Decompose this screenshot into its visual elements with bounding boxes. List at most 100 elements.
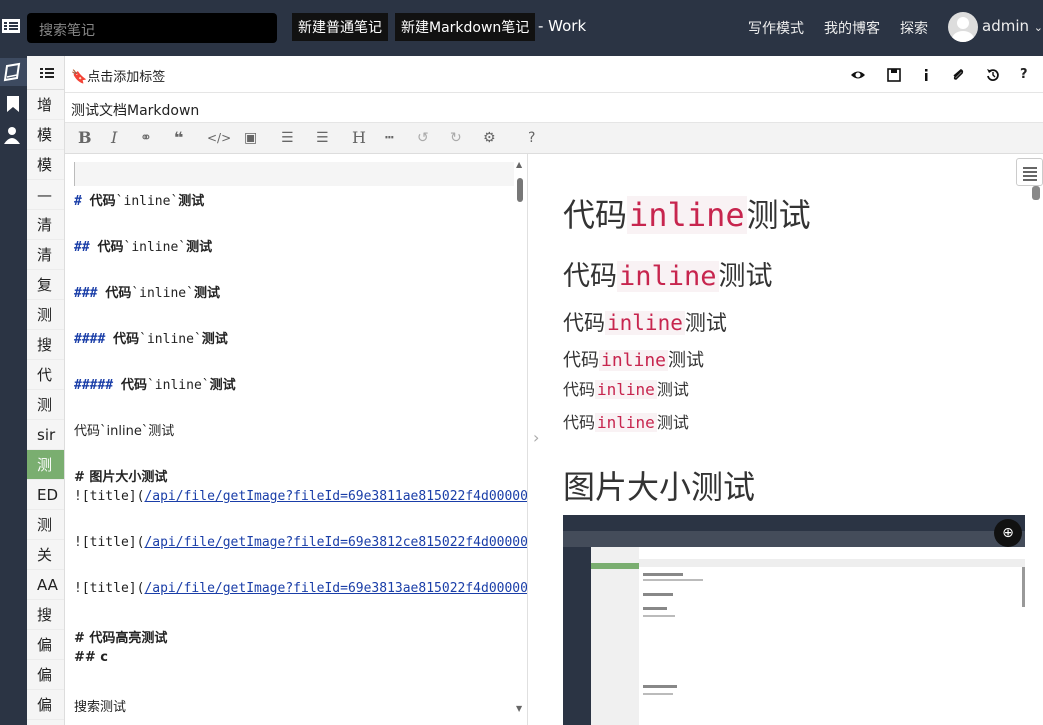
image-icon[interactable]: ▣	[244, 129, 257, 147]
heading-code: `inline`	[146, 378, 210, 393]
horizontal-rule-icon[interactable]: ┅	[385, 129, 393, 147]
new-markdown-note-button[interactable]: 新建Markdown笔记	[395, 13, 536, 41]
list-icon[interactable]	[27, 56, 65, 90]
scroll-up-icon[interactable]: ▲	[516, 160, 522, 169]
redo-icon[interactable]: ↻	[450, 129, 462, 147]
note-list-item[interactable]: 搜	[27, 330, 64, 360]
editor-heading-code: # 代码高亮测试	[74, 631, 168, 646]
heading-text: 代码	[113, 332, 140, 347]
editor-scrollbar[interactable]: ▲ ▼	[514, 160, 526, 720]
note-items: 增模模 — 清清复测搜代测 sir 测 ED 测关 AA 搜偏偏偏	[27, 90, 64, 720]
note-list-item[interactable]: AA	[27, 570, 64, 600]
code-icon[interactable]: </>	[207, 129, 231, 147]
note-list-item[interactable]: 测	[27, 510, 64, 540]
heading-marker: ##	[74, 240, 90, 255]
heading-tail: 测试	[178, 194, 205, 209]
nav-my-blog[interactable]: 我的博客	[824, 18, 880, 38]
editor-heading-line: ## 代码`inline`测试	[74, 236, 212, 255]
left-icon-bar	[0, 56, 27, 725]
preview-heading-text: 代码	[563, 350, 599, 371]
note-list-item[interactable]: 测	[27, 450, 64, 480]
bold-icon[interactable]: B	[78, 129, 92, 147]
toc-button[interactable]	[1016, 158, 1043, 186]
note-list-item[interactable]: 偏	[27, 630, 64, 660]
note-list-item[interactable]: 测	[27, 390, 64, 420]
quote-icon[interactable]: ❝	[174, 129, 183, 147]
history-icon[interactable]	[985, 67, 1001, 83]
italic-icon[interactable]: I	[111, 129, 117, 147]
new-normal-note-button[interactable]: 新建普通笔记	[292, 13, 388, 41]
nav-writing-mode[interactable]: 写作模式	[748, 18, 804, 38]
note-list-item[interactable]: 模	[27, 120, 64, 150]
preview-heading-h5: 代码 inline 测试	[563, 376, 689, 400]
note-list-item[interactable]: 偏	[27, 690, 64, 720]
heading-text: 代码	[105, 286, 132, 301]
preview-heading-h2: 代码inline测试	[563, 254, 773, 293]
nav-explore[interactable]: 探索	[900, 18, 928, 38]
notebooks-nav[interactable]	[0, 58, 27, 86]
preview-scroll-thumb[interactable]	[1032, 186, 1040, 200]
editor-scroll-thumb[interactable]	[517, 178, 523, 202]
profile-nav[interactable]	[0, 122, 27, 150]
editor-heading-line: ### 代码`inline`测试	[74, 282, 220, 301]
user-menu[interactable]: admin ⌄	[982, 17, 1043, 35]
heading-tail: 测试	[201, 332, 228, 347]
editor-heading-line: # 代码`inline`测试	[74, 190, 204, 209]
preview-inline-code: inline	[605, 311, 685, 335]
image-url: /api/file/getImage?fileId=69e3812ce81502…	[144, 535, 528, 550]
note-list-item[interactable]: 代	[27, 360, 64, 390]
note-list-item[interactable]: 增	[27, 90, 64, 120]
chevron-right-icon[interactable]: ›	[533, 428, 539, 447]
preview-image[interactable]	[563, 515, 1025, 725]
note-list-item[interactable]: —	[27, 180, 64, 210]
tags-nav[interactable]	[0, 90, 27, 118]
undo-icon[interactable]: ↺	[417, 129, 429, 147]
ordered-list-icon[interactable]: ☰	[281, 129, 294, 147]
note-list-item[interactable]: 模	[27, 150, 64, 180]
heading-icon[interactable]: H	[352, 129, 366, 147]
search-input[interactable]: 搜索笔记	[27, 13, 277, 43]
note-list-header	[27, 56, 64, 90]
avatar[interactable]	[948, 12, 978, 42]
preview-heading-text: 代码	[563, 380, 596, 399]
heading-tail: 测试	[186, 240, 213, 255]
heading-text: 代码	[120, 378, 147, 393]
link-icon[interactable]: ⚭	[140, 129, 152, 147]
attachment-icon[interactable]	[950, 67, 966, 83]
note-list-item[interactable]: sir	[27, 420, 64, 450]
note-list-item[interactable]: 复	[27, 270, 64, 300]
note-list-item[interactable]: 清	[27, 240, 64, 270]
note-list: 增模模 — 清清复测搜代测 sir 测 ED 测关 AA 搜偏偏偏	[27, 56, 65, 725]
editor-plain-line: 代码`inline`测试	[74, 424, 175, 439]
save-icon[interactable]	[886, 67, 902, 83]
note-list-item[interactable]: 搜	[27, 600, 64, 630]
note-title-bar: 测试文档Markdown	[65, 93, 1043, 123]
heading-code: `inline`	[123, 240, 187, 255]
zoom-in-icon[interactable]: ⊕	[994, 519, 1022, 547]
preview-eye-icon[interactable]	[850, 67, 866, 83]
unordered-list-icon[interactable]: ☰	[316, 129, 329, 147]
chevron-down-icon: ⌄	[1033, 21, 1043, 34]
preview-heading-img: 图片大小测试	[563, 468, 756, 506]
add-tag-button[interactable]: 🔖点击添加标签	[71, 66, 165, 85]
editor-heading-line: ##### 代码`inline`测试	[74, 374, 236, 393]
note-list-item[interactable]: 偏	[27, 660, 64, 690]
note-list-item[interactable]: 关	[27, 540, 64, 570]
settings-gear-icon[interactable]: ⚙	[483, 129, 496, 147]
username: admin	[982, 17, 1029, 35]
help-icon[interactable]: ?	[1020, 67, 1036, 83]
note-list-item[interactable]: ED	[27, 480, 64, 510]
help-circle-icon[interactable]: ?	[528, 129, 535, 147]
heading-code: `inline`	[115, 194, 179, 209]
markdown-editor[interactable]: # 代码`inline`测试 ## 代码`inline`测试 ### 代码`inli…	[65, 154, 528, 725]
note-title[interactable]: 测试文档Markdown	[71, 100, 199, 120]
info-icon[interactable]	[918, 67, 934, 83]
sidebar-toggle-icon[interactable]	[2, 18, 20, 34]
scroll-down-icon[interactable]: ▼	[516, 704, 522, 713]
top-navbar: 搜索笔记 新建普通笔记 新建Markdown笔记 - Work 写作模式 我的博…	[0, 0, 1043, 56]
note-list-item[interactable]: 测	[27, 300, 64, 330]
note-list-item[interactable]: 清	[27, 210, 64, 240]
toc-list-icon	[1023, 167, 1037, 181]
preview-heading-text: 代码	[563, 261, 617, 292]
heading-marker: #####	[74, 378, 114, 393]
